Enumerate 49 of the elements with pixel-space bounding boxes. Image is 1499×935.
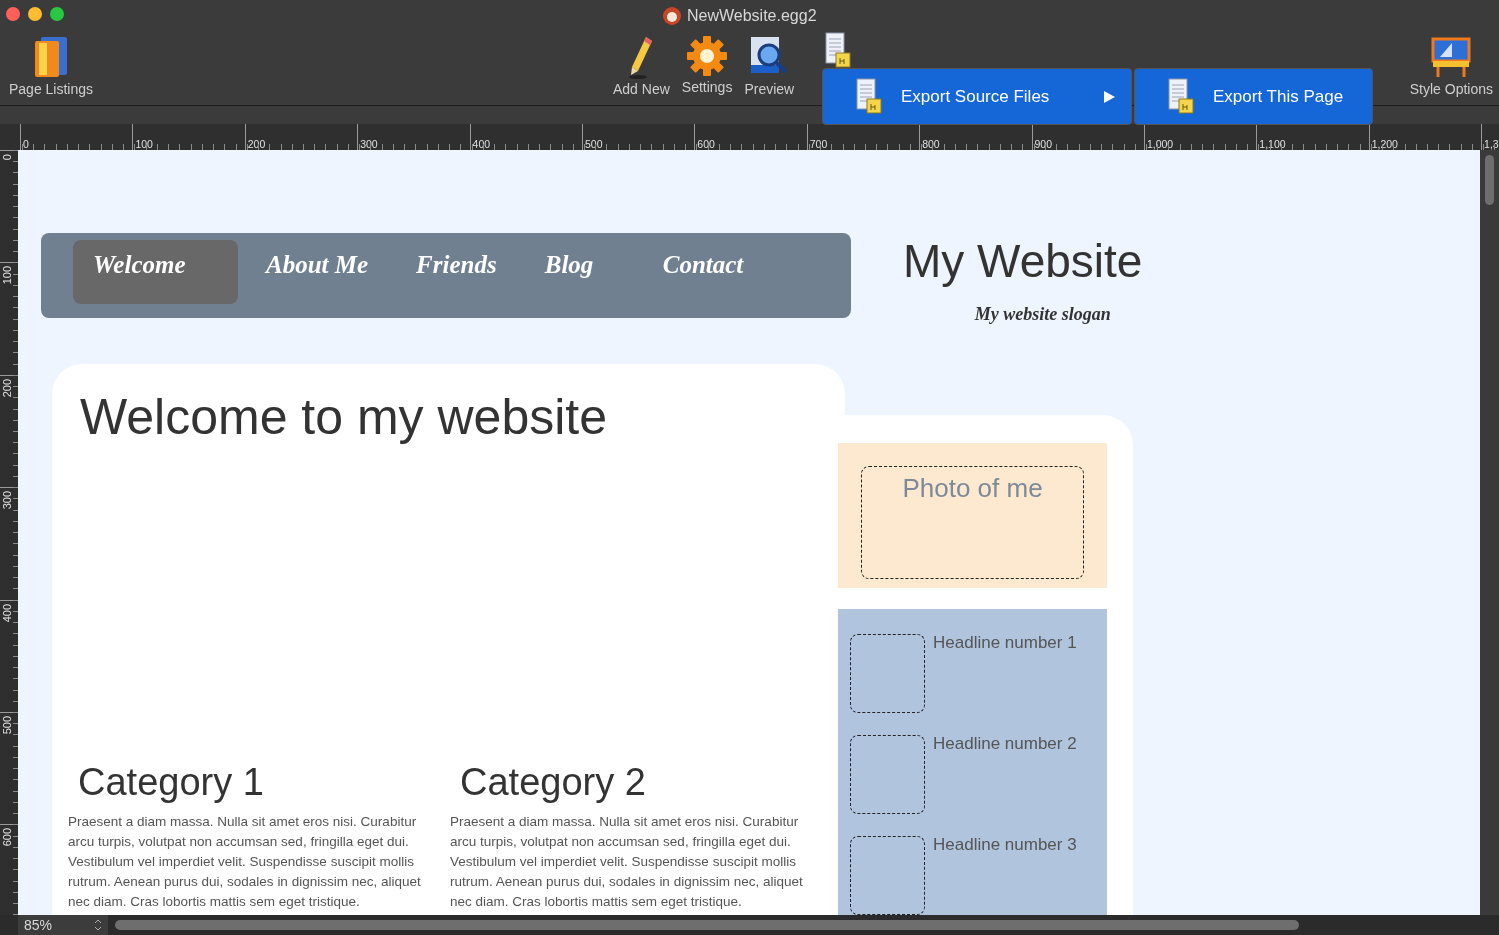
category-text: Praesent a diam massa. Nulla sit amet eros nisi. Curabitur arcu turpis, volutpat non accumsan sed, fringilla eget dui. Vestibulum vel imperdiet velit. Suspendisse suscipit mollis rutrum. Aenean purus dui, sodales in dignissim nec, aliquet nec diam. Cras lobortis mattis sem eget tristique. — [68, 813, 422, 911]
horizontal-scrollbar[interactable] — [115, 920, 1299, 930]
window-title: NewWebsite.egg2 — [687, 6, 817, 26]
menu-item[interactable]: Export Source Files — [822, 68, 1132, 125]
headline-text[interactable]: Headline number 1 — [933, 630, 1077, 713]
nav-link[interactable]: Welcome — [73, 240, 238, 304]
ruler-label: 700 — [808, 138, 828, 149]
ruler-label: 400 — [471, 138, 491, 149]
ruler-label: 100 — [2, 266, 13, 285]
ruler-label: 500 — [2, 715, 13, 735]
gear-icon — [686, 35, 729, 77]
ruler-label: 0 — [22, 138, 29, 149]
nav-link[interactable]: About Me — [246, 240, 389, 304]
toolbar-button[interactable]: Page Listings — [0, 35, 102, 100]
ruler-label: 900 — [1033, 138, 1053, 149]
category-heading: Category 1 — [78, 759, 265, 805]
site-slogan: My website slogan — [974, 302, 1111, 326]
ruler-label: 400 — [2, 603, 13, 622]
toolbar-button[interactable]: Add New — [607, 35, 676, 100]
ruler-label: 600 — [2, 828, 13, 847]
headline-text[interactable]: Headline number 3 — [933, 832, 1077, 915]
close-button[interactable] — [6, 7, 20, 21]
category-heading: Category 2 — [460, 759, 647, 805]
ruler-label: 300 — [2, 491, 13, 510]
ruler-label: 200 — [246, 138, 266, 149]
nav-link[interactable]: Contact — [642, 240, 764, 304]
toolbar-button[interactable]: Settings — [675, 35, 739, 100]
ruler-label: 200 — [2, 378, 13, 398]
ruler-label: 0 — [2, 154, 13, 161]
stepper-icon — [94, 919, 102, 931]
drafting-table-icon — [1430, 35, 1473, 79]
nav-link[interactable]: Blog — [524, 240, 635, 304]
zoom-select[interactable]: 85% — [18, 915, 108, 935]
zoom-button[interactable] — [50, 7, 64, 21]
minimize-button[interactable] — [28, 7, 42, 21]
menu-item[interactable]: Export This Page — [1134, 68, 1373, 125]
photo-label: Photo of me — [902, 472, 1043, 505]
ruler-label: 100 — [134, 138, 153, 149]
submenu-arrow-icon — [1103, 90, 1115, 103]
page-heading: Welcome to my website — [80, 388, 609, 447]
category-text: Praesent a diam massa. Nulla sit amet eros nisi. Curabitur arcu turpis, volutpat non accumsan sed, fringilla eget dui. Vestibulum vel imperdiet velit. Suspendisse suscipit mollis rutrum. Aenean purus dui, sodales in dignissim nec, aliquet nec diam. Cras lobortis mattis sem eget tristique. — [450, 813, 804, 911]
toolbar-button[interactable]: Style Options — [1403, 35, 1499, 100]
site-title: My Website — [903, 234, 1143, 289]
ruler-label: 600 — [696, 138, 715, 149]
export-icon — [824, 31, 853, 71]
headline-text[interactable]: Headline number 2 — [933, 731, 1077, 814]
nav-link[interactable]: Friends — [396, 240, 517, 304]
toolbar-button[interactable]: Preview — [738, 35, 801, 100]
ruler-label: 1,100 — [1258, 138, 1286, 149]
